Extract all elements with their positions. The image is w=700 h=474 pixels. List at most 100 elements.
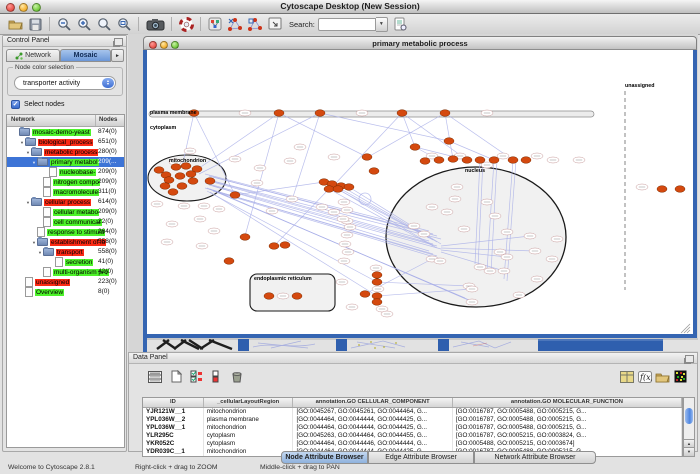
zoom-out-icon[interactable] [55,16,73,33]
file-icon [43,177,51,187]
select-attributes-icon[interactable] [189,369,204,384]
tree-row-node-count: 651(0) [98,138,125,145]
function-builder-icon[interactable]: f(x) [637,369,652,384]
network-tree-row[interactable]: nucleobase-209(0) [7,167,124,177]
table-scrollbar[interactable]: ▲ ▼ [683,397,695,457]
folder-icon [31,148,42,156]
network-tree-row[interactable]: multi-organism pro42(0) [7,267,124,277]
tree-row-label: metabolic process [44,149,98,156]
open-file-icon[interactable] [6,16,24,33]
data-panel: Data Panel f(x) ID_cellularLayoutRegiona… [128,352,698,452]
scroll-down-icon[interactable]: ▼ [684,447,694,456]
table-cell: cytoplasm [204,440,294,448]
column-header[interactable]: annotation.GO CELLULAR_COMPONENT [293,398,452,407]
data-panel-float-icon[interactable] [685,355,694,363]
import-attributes-icon[interactable] [655,369,670,384]
tree-row-node-count: 558(0) [98,238,125,245]
save-icon[interactable] [26,16,44,33]
table-row[interactable]: YKR052Ccytoplasm[GO:0044464, GO:0044446,… [143,440,682,448]
search-input[interactable] [318,18,376,31]
tree-row-node-count: 209(0) [98,178,125,185]
network-tree-row[interactable]: mosaic-demo-yeast874(0) [7,127,124,137]
snapshot-camera-icon[interactable] [144,16,166,33]
folder-icon [19,128,30,136]
network-tree-row[interactable]: ▼transport558(0) [7,247,124,257]
tree-row-node-count: 209(0) [98,168,125,175]
attribute-table[interactable]: ID_cellularLayoutRegionannotation.GO CEL… [142,397,683,457]
float-panel-icon[interactable] [114,38,123,46]
network-tree-row[interactable]: response to stimulu264(0) [7,227,124,237]
status-zoom-hint: Right-click + drag to ZOOM [135,464,218,471]
tree-row-label: cell communicat [53,219,102,226]
tree-row-label: cellular metabo [53,209,99,216]
combobox-stepper-icon[interactable]: ▲▼ [102,78,114,88]
table-cell: [GO:0045267, GO:0045261, GO:0044464, G..… [293,408,452,416]
tree-row-node-count: 209(0) [98,208,125,215]
network-from-file-icon[interactable] [246,16,264,33]
table-row[interactable]: YPL036W__2plasma membrane[GO:0044464, GO… [143,416,682,424]
search-dropdown-arrow-icon[interactable]: ▼ [376,17,388,32]
background-windows-strip[interactable] [143,338,698,352]
network-tree-row[interactable]: cell communicat22(0) [7,217,124,227]
network-tree-row[interactable]: macromolecule311(0) [7,187,124,197]
control-panel-tabs: Network Mosaic ► [6,49,125,62]
network-tree-row[interactable]: Overview8(0) [7,287,124,297]
zoom-in-icon[interactable] [75,16,93,33]
tab-mosaic[interactable]: Mosaic [60,49,111,62]
zoom-selected-icon[interactable] [95,16,113,33]
more-tabs-arrow-icon[interactable]: ► [111,49,124,62]
folder-icon [37,158,48,166]
annotation-icon[interactable] [266,16,284,33]
column-header[interactable]: _cellularLayoutRegion [204,398,294,407]
search-config-icon[interactable] [392,16,410,33]
table-cell: YPL036W__1 [143,424,204,432]
network-from-selected-icon[interactable] [226,16,244,33]
network-view-titlebar[interactable]: primary metabolic process [143,36,697,50]
network-tree-row[interactable]: ▼establishment of lo558(0) [7,237,124,247]
network-tree-row[interactable]: secretion41(0) [7,257,124,267]
zoom-fit-icon[interactable] [115,16,133,33]
select-nodes-checkbox[interactable]: ✓ [11,100,20,109]
network-tree-row[interactable]: ▼cellular process614(0) [7,197,124,207]
network-tree: Network Nodes mosaic-demo-yeast874(0)▼bi… [6,114,125,448]
column-header[interactable]: annotation.GO MOLECULAR_FUNCTION [453,398,682,407]
network-tree-row[interactable]: unassigned223(0) [7,277,124,287]
folder-icon [31,198,42,206]
table-row[interactable]: YLR295Ccytoplasm[GO:0045263, GO:0044464,… [143,432,682,440]
svg-text:endoplasmic reticulum: endoplasmic reticulum [254,276,312,282]
tab-network[interactable]: Network [6,49,60,62]
tree-row-label: secretion [65,259,93,266]
tree-row-label: primary metabol [50,159,99,166]
vizmapper-icon[interactable] [206,16,224,33]
node-color-combobox[interactable]: transporter activity ▲▼ [14,76,116,90]
status-bar: Welcome to Cytoscape 2.8.1 Right-click +… [0,462,700,474]
attribute-table-icon[interactable] [619,369,634,384]
tree-row-node-count: 558(0) [98,248,125,255]
network-tree-row[interactable]: cellular metabo209(0) [7,207,124,217]
new-attribute-icon[interactable] [169,369,184,384]
table-row[interactable]: YPL036W__1mitochondrion[GO:0044464, GO:0… [143,424,682,432]
node-color-selection-label: Node color selection [13,64,76,71]
network-tree-row[interactable]: ▼biological_process651(0) [7,137,124,147]
tree-row-label: biological_process [38,139,93,146]
file-icon [25,287,33,297]
tree-row-node-count: 209(... [98,158,125,165]
attribute-table-header[interactable]: ID_cellularLayoutRegionannotation.GO CEL… [143,398,682,408]
table-cell: plasma membrane [204,416,294,424]
attribute-grid-icon[interactable] [147,369,162,384]
folder-icon [25,138,36,146]
unselect-attributes-icon[interactable] [209,369,224,384]
delete-attribute-icon[interactable] [229,369,244,384]
help-lifesaver-icon[interactable] [177,16,195,33]
network-tree-row[interactable]: ▼primary metabol209(... [7,157,124,167]
network-tree-row[interactable]: ▼metabolic process280(0) [7,147,124,157]
file-icon [43,217,51,227]
table-cell: [GO:0016787, GO:0005488, GO:0005215, G..… [453,408,682,416]
matrix-heatmap-icon[interactable] [673,369,688,384]
network-tree-row[interactable]: nitrogen compo209(0) [7,177,124,187]
column-header[interactable]: ID [143,398,204,407]
table-row[interactable]: YJR121W__1mitochondrion[GO:0045267, GO:0… [143,408,682,416]
scrollbar-thumb[interactable] [685,408,693,424]
network-canvas[interactable]: plasma membranecytoplasmmitochondrionnuc… [147,50,693,334]
tree-row-label: mosaic-demo-yeast [32,129,91,136]
